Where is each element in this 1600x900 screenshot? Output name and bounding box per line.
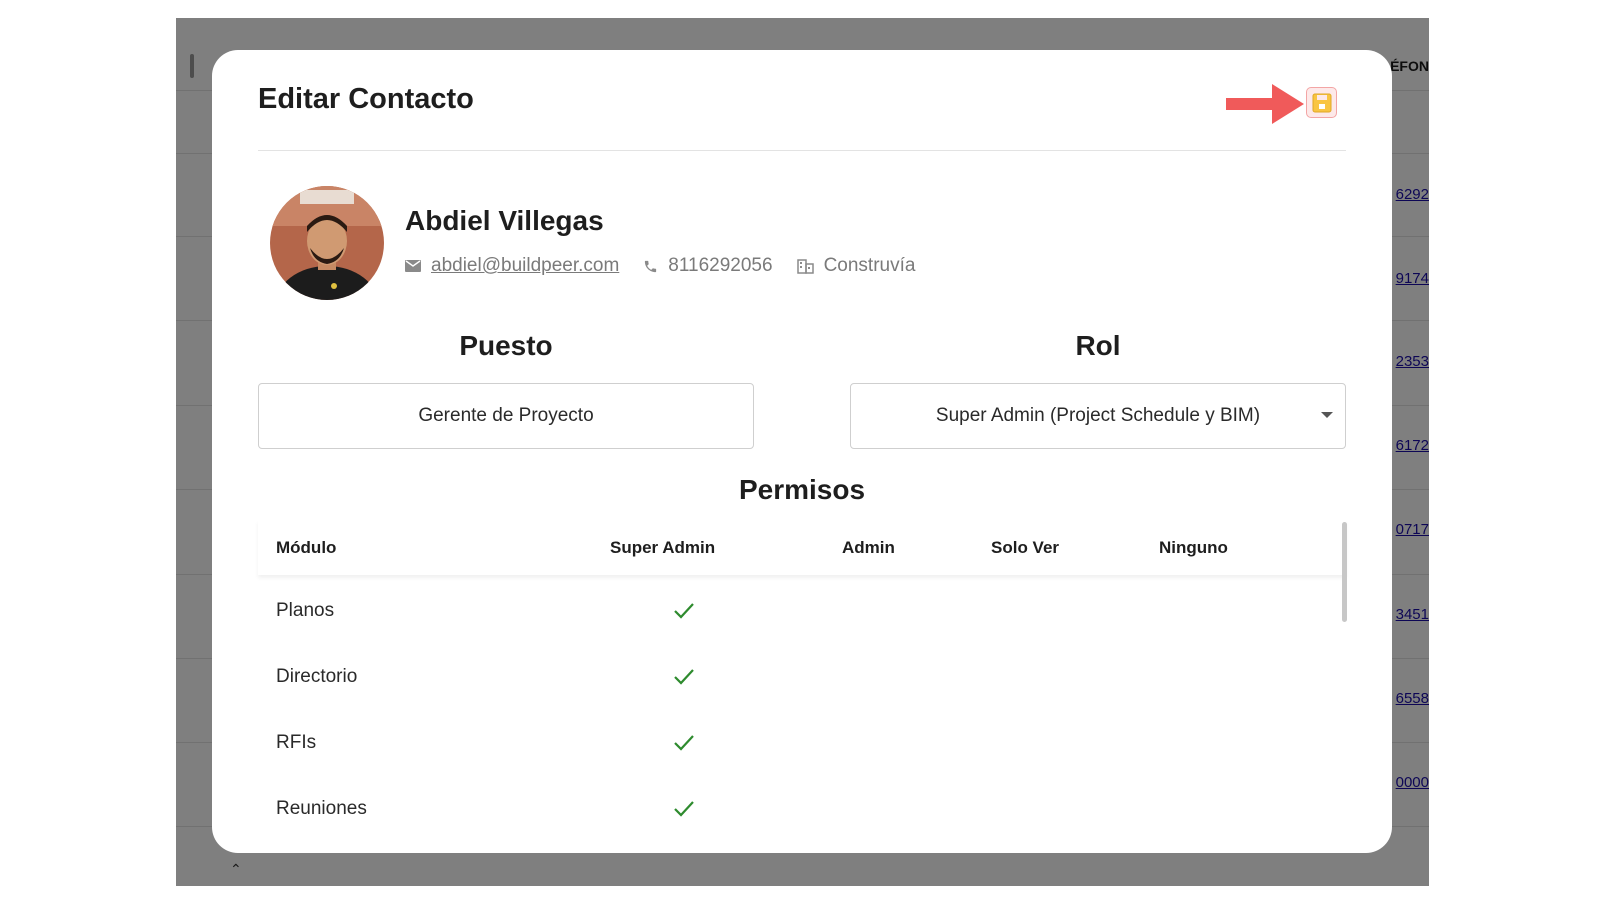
module-name: Directorio	[276, 666, 358, 687]
column-header-modulo: Módulo	[276, 538, 337, 557]
table-row: RFIs	[258, 710, 1346, 776]
column-header-admin: Admin	[842, 538, 895, 557]
table-scrollbar[interactable]	[1342, 522, 1347, 622]
building-icon	[796, 259, 814, 274]
contact-details: abdiel@buildpeer.com 8116292056 Construv…	[405, 254, 915, 278]
puesto-value: Gerente de Proyecto	[418, 405, 594, 426]
permissions-table-header: Módulo Super Admin Admin Solo Ver Ningun…	[258, 520, 1346, 575]
module-name: Reuniones	[276, 798, 367, 819]
module-name: Planos	[276, 600, 335, 621]
mail-icon	[405, 260, 421, 272]
chevron-down-icon[interactable]	[1321, 412, 1333, 418]
contact-name: Abdiel Villegas	[405, 205, 604, 236]
save-icon	[1312, 93, 1332, 113]
table-row: Planos	[258, 578, 1346, 644]
edit-contact-modal: Editar Contacto Abdiel Villegas abdiel@b…	[212, 50, 1392, 853]
check-icon[interactable]	[672, 797, 696, 821]
table-row: Reuniones	[258, 776, 1346, 842]
modal-title: Editar Contacto	[258, 83, 474, 115]
check-icon[interactable]	[672, 599, 696, 623]
rol-value: Super Admin (Project Schedule y BIM)	[935, 405, 1261, 426]
rol-label: Rol	[1075, 330, 1121, 361]
header-divider	[258, 150, 1346, 151]
avatar	[270, 186, 384, 300]
puesto-label: Puesto	[459, 330, 553, 361]
contact-email-link[interactable]: abdiel@buildpeer.com	[431, 255, 619, 277]
table-row: Directorio	[258, 644, 1346, 710]
column-header-solo-ver: Solo Ver	[991, 538, 1060, 557]
column-header-ninguno: Ninguno	[1159, 538, 1228, 557]
check-icon[interactable]	[672, 665, 696, 689]
module-name: RFIs	[276, 732, 317, 753]
annotation-arrow-icon	[1226, 84, 1304, 124]
column-header-super-admin: Super Admin	[610, 538, 716, 557]
permisos-title: Permisos	[738, 474, 866, 505]
phone-icon	[645, 260, 657, 272]
check-icon[interactable]	[672, 731, 696, 755]
puesto-field[interactable]: Gerente de Proyecto	[258, 383, 754, 449]
contact-company: Construvía	[823, 255, 916, 276]
rol-select[interactable]: Super Admin (Project Schedule y BIM)	[850, 383, 1346, 449]
save-button[interactable]	[1306, 87, 1337, 118]
contact-phone: 8116292056	[668, 255, 773, 276]
